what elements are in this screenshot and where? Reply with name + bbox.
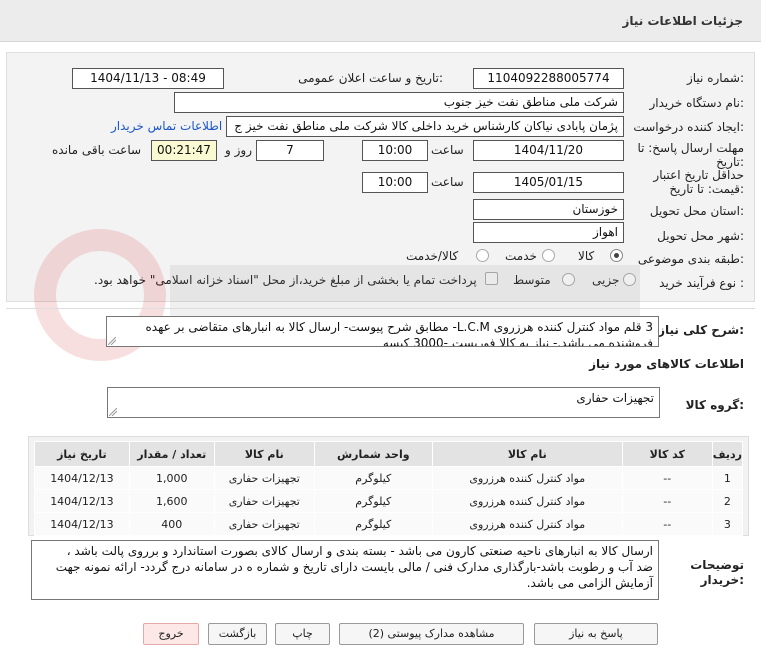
col-group-header: نام کالا [213, 441, 315, 467]
validity-label-line2: قیمت: تا تاریخ: [669, 182, 744, 196]
col-row-header: ردیف [711, 441, 744, 467]
category-service-label: خدمت [505, 249, 537, 263]
description-textarea[interactable]: 3 قلم مواد کنترل کننده هرزروی L.C.M- مطا… [106, 316, 659, 347]
col-code-header: کد کالا [621, 441, 713, 467]
deadline-time-label: ساعت [431, 143, 464, 157]
need-number-field: 1104092288005774 [473, 68, 624, 89]
row-number: 1 [711, 466, 744, 490]
buyer-notes-line-2: ضد آب و رطوبت باشد-بارگذاری مدارک فنی / … [55, 560, 653, 574]
item-unit: کیلوگرم [313, 489, 433, 513]
item-name: مواد کنترل کننده هرزروی [431, 466, 623, 490]
back-button[interactable]: بازگشت [208, 623, 267, 645]
province-field: خوزستان [473, 199, 624, 220]
table-header-row: ردیف کد کالا نام کالا واحد شمارش نام کال… [34, 441, 744, 467]
deadline-days-label: روز و [225, 143, 252, 157]
resize-grip-icon[interactable] [109, 408, 117, 416]
buyer-notes-line-3: آزمایش الزامی می باشد. [526, 576, 653, 590]
description-line-1: 3 قلم مواد کنترل کننده هرزروی L.C.M- مطا… [145, 320, 653, 334]
purchase-medium-radio[interactable] [562, 273, 575, 286]
requester-field: پژمان پابادی نیاکان کارشناس خرید داخلی ک… [226, 116, 624, 137]
table-row[interactable]: 2 -- مواد کنترل کننده هرزروی کیلوگرم تجه… [34, 489, 744, 513]
item-unit: کیلوگرم [313, 512, 433, 536]
treasury-payment-note: پرداخت تمام یا بخشی از مبلغ خرید،از محل … [94, 273, 477, 287]
print-button[interactable]: چاپ [275, 623, 330, 645]
item-unit: کیلوگرم [313, 466, 433, 490]
description-line-2: فروشنده می باشد.- نیاز به کالا فوریست -3… [382, 336, 653, 347]
item-code: -- [621, 512, 713, 536]
announce-datetime-field: 1404/11/13 - 08:49 [72, 68, 224, 89]
category-goods-service-label: کالا/خدمت [406, 249, 459, 263]
item-quantity: 400 [128, 512, 215, 536]
item-group: تجهیزات حفاری [213, 489, 315, 513]
buyer-notes-label-line2: خریدار: [700, 573, 744, 587]
deadline-time-field: 10:00 [362, 140, 428, 161]
respond-button[interactable]: پاسخ به نیاز [534, 623, 658, 645]
category-goods-radio[interactable] [610, 249, 623, 262]
page-header: جزئیات اطلاعات نیاز [0, 0, 761, 42]
items-table: ردیف کد کالا نام کالا واحد شمارش نام کال… [34, 441, 744, 536]
purchase-medium-label: متوسط [513, 273, 551, 287]
treasury-payment-checkbox[interactable] [485, 272, 498, 285]
purchase-partial-radio[interactable] [623, 273, 636, 286]
item-group: تجهیزات حفاری [213, 466, 315, 490]
col-qty-header: تعداد / مقدار [128, 441, 215, 467]
item-code: -- [621, 466, 713, 490]
city-field: اهواز [473, 222, 624, 243]
row-number: 3 [711, 512, 744, 536]
category-goods-label: کالا [578, 249, 595, 263]
category-label: طبقه بندی موضوعی: [637, 252, 744, 266]
category-service-radio[interactable] [542, 249, 555, 262]
col-unit-header: واحد شمارش [313, 441, 433, 467]
item-quantity: 1,600 [128, 489, 215, 513]
item-quantity: 1,000 [128, 466, 215, 490]
requester-label: ایجاد کننده درخواست: [633, 120, 744, 134]
divider [6, 308, 755, 309]
view-attachments-button[interactable]: مشاهده مدارک پیوستی (2) [339, 623, 524, 645]
goods-info-title: اطلاعات کالاهای مورد نیاز [589, 357, 744, 371]
col-name-header: نام کالا [431, 441, 623, 467]
item-need-date: 1404/12/13 [34, 489, 130, 513]
buyer-org-field: شرکت ملی مناطق نفت خیز جنوب [174, 92, 624, 113]
deadline-label-line2: تاریخ: [716, 155, 744, 169]
deadline-days-field: 7 [256, 140, 324, 161]
buyer-notes-textarea[interactable]: ارسال کالا به انبارهای ناحیه صنعتی کارون… [31, 540, 659, 600]
buyer-notes-label-line1: توضیحات [690, 558, 744, 572]
buyer-notes-line-1: ارسال کالا به انبارهای ناحیه صنعتی کارون… [66, 544, 653, 558]
goods-group-field: تجهیزات حفاری [107, 387, 660, 418]
need-number-label: شماره نیاز: [686, 71, 744, 85]
item-code: -- [621, 489, 713, 513]
page-title: جزئیات اطلاعات نیاز [622, 14, 743, 28]
exit-button[interactable]: خروج [143, 623, 199, 645]
buyer-contact-link[interactable]: اطلاعات تماس خریدار [111, 119, 222, 133]
description-label: شرح کلی نیاز: [658, 323, 744, 337]
resize-grip-icon[interactable] [108, 337, 116, 345]
province-label: استان محل تحویل: [649, 204, 744, 218]
category-goods-service-radio[interactable] [476, 249, 489, 262]
purchase-type-label: نوع فرآیند خرید : [659, 276, 744, 290]
goods-group-label: گروه کالا: [685, 398, 744, 412]
validity-date-field: 1405/01/15 [473, 172, 624, 193]
item-need-date: 1404/12/13 [34, 466, 130, 490]
item-name: مواد کنترل کننده هرزروی [431, 489, 623, 513]
deadline-date-field: 1404/11/20 [473, 140, 624, 161]
item-group: تجهیزات حفاری [213, 512, 315, 536]
row-number: 2 [711, 489, 744, 513]
city-label: شهر محل تحویل: [657, 229, 744, 243]
item-need-date: 1404/12/13 [34, 512, 130, 536]
remaining-time-field: 00:21:47 [151, 140, 217, 161]
validity-label-line1: حداقل تاریخ اعتبار [653, 168, 744, 182]
table-row[interactable]: 3 -- مواد کنترل کننده هرزروی کیلوگرم تجه… [34, 512, 744, 536]
purchase-partial-label: جزیی [592, 273, 620, 287]
validity-time-label: ساعت [431, 175, 464, 189]
col-date-header: تاریخ نیاز [34, 441, 130, 467]
deadline-label-line1: مهلت ارسال پاسخ: تا [637, 141, 744, 155]
remaining-time-label: ساعت باقی مانده [52, 143, 142, 157]
validity-time-field: 10:00 [362, 172, 428, 193]
item-name: مواد کنترل کننده هرزروی [431, 512, 623, 536]
buyer-org-label: نام دستگاه خریدار: [649, 96, 745, 110]
table-row[interactable]: 1 -- مواد کنترل کننده هرزروی کیلوگرم تجه… [34, 466, 744, 490]
announce-datetime-label: تاریخ و ساعت اعلان عمومی: [298, 71, 443, 85]
